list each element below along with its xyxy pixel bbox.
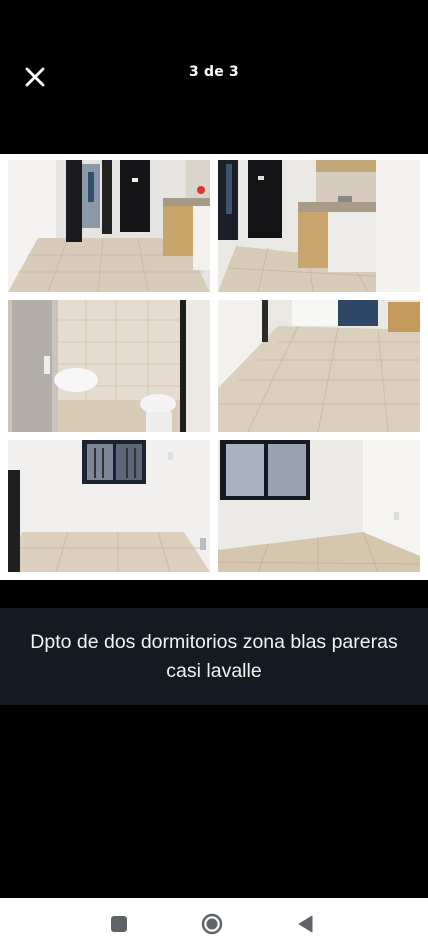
back-button[interactable]	[294, 912, 318, 936]
bathroom-photo	[8, 300, 210, 432]
living-room-photo	[218, 300, 420, 432]
image-counter: 3 de 3	[189, 64, 239, 80]
home-button[interactable]	[200, 912, 224, 936]
home-circle-icon	[201, 913, 223, 935]
bedroom-one-photo	[8, 440, 210, 572]
photo-collage[interactable]	[0, 154, 428, 580]
recents-square-icon	[111, 916, 127, 932]
system-navigation-bar	[0, 898, 428, 950]
caption-text: Dpto de dos dormitorios zona blas parera…	[30, 630, 398, 682]
recents-button[interactable]	[107, 912, 131, 936]
kitchen-hall-photo	[8, 160, 210, 292]
bedroom-two-photo	[218, 440, 420, 572]
back-triangle-icon	[298, 915, 313, 933]
kitchen-counter-photo	[218, 160, 420, 292]
caption-panel: Dpto de dos dormitorios zona blas parera…	[0, 608, 428, 705]
image-viewer-screen: 3 de 3 Dpto de dos dormitorios zona blas…	[0, 0, 428, 950]
